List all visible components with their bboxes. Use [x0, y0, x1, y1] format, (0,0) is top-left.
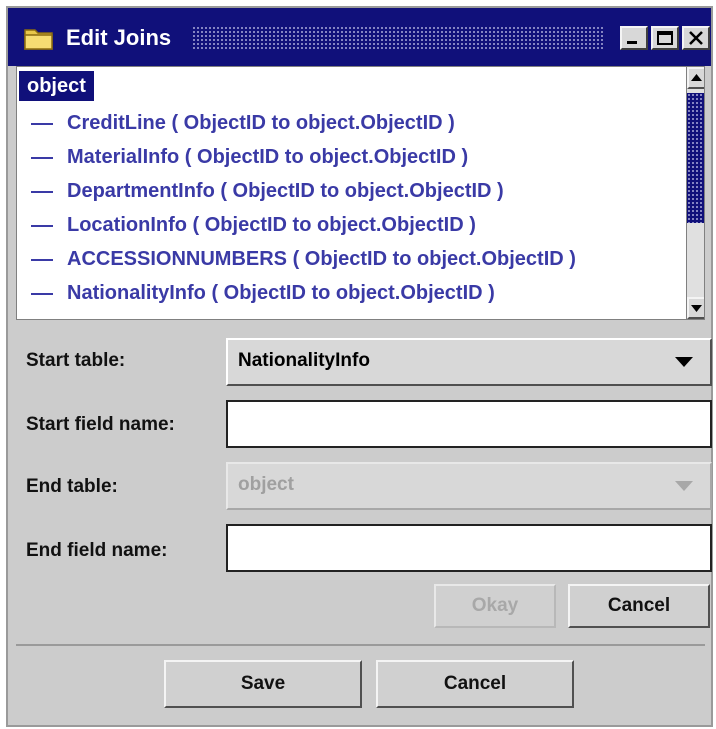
scroll-down-button[interactable] — [687, 297, 704, 319]
tree-item-label: DepartmentInfo ( ObjectID to object.Obje… — [67, 180, 504, 202]
tree-item[interactable]: CreditLine ( ObjectID to object.ObjectID… — [31, 107, 455, 139]
start-table-dropdown[interactable]: NationalityInfo — [226, 338, 712, 386]
end-table-label: End table: — [26, 476, 118, 497]
end-field-label: End field name: — [26, 540, 168, 561]
save-button[interactable]: Save — [164, 660, 362, 708]
minimize-icon — [627, 41, 637, 44]
arrow-down-icon — [691, 305, 702, 312]
tree-item[interactable]: MaterialInfo ( ObjectID to object.Object… — [31, 141, 468, 173]
scroll-thumb[interactable] — [687, 93, 704, 223]
minimize-button[interactable] — [620, 26, 648, 50]
tree-connector — [31, 190, 53, 193]
tree-item-label: MaterialInfo ( ObjectID to object.Object… — [67, 146, 469, 168]
tree-root-object[interactable]: object — [19, 71, 94, 101]
start-field-input[interactable] — [226, 400, 712, 448]
tree-connector — [31, 292, 53, 295]
end-field-input[interactable] — [226, 524, 712, 572]
tree-item[interactable]: ACCESSIONNUMBERS ( ObjectID to object.Ob… — [31, 243, 576, 275]
scroll-up-button[interactable] — [687, 67, 704, 89]
tree-item-label: NationalityInfo ( ObjectID to object.Obj… — [67, 282, 495, 304]
chevron-down-icon — [675, 481, 693, 491]
tree-item-label: CreditLine ( ObjectID to object.ObjectID… — [67, 112, 455, 134]
tree-item-label: LocationInfo ( ObjectID to object.Object… — [67, 214, 476, 236]
tree-item[interactable]: DepartmentInfo ( ObjectID to object.Obje… — [31, 175, 504, 207]
joins-tree[interactable]: object CreditLine ( ObjectID to object.O… — [16, 66, 705, 320]
title-bar[interactable]: Edit Joins — [8, 8, 711, 66]
start-field-label: Start field name: — [26, 414, 175, 435]
maximize-icon — [657, 31, 673, 45]
tree-item[interactable]: NationalityInfo ( ObjectID to object.Obj… — [31, 277, 495, 309]
okay-button[interactable]: Okay — [434, 584, 556, 628]
title-bar-pattern — [192, 26, 604, 50]
tree-connector — [31, 122, 53, 125]
folder-icon — [24, 26, 54, 50]
close-icon — [689, 31, 703, 45]
start-table-value: NationalityInfo — [238, 350, 370, 371]
edit-joins-window: Edit Joins object CreditLine ( ObjectID … — [6, 6, 713, 727]
end-table-dropdown: object — [226, 462, 712, 510]
join-form: Start table: NationalityInfo Start field… — [16, 326, 712, 646]
maximize-button[interactable] — [651, 26, 679, 50]
tree-item-label: ACCESSIONNUMBERS ( ObjectID to object.Ob… — [67, 248, 576, 270]
tree-connector — [31, 156, 53, 159]
chevron-down-icon — [675, 357, 693, 367]
footer-cancel-button[interactable]: Cancel — [376, 660, 574, 708]
tree-item[interactable]: LocationInfo ( ObjectID to object.Object… — [31, 209, 476, 241]
end-table-value: object — [238, 474, 294, 495]
start-table-label: Start table: — [26, 350, 126, 371]
tree-scrollbar[interactable] — [686, 67, 704, 319]
form-cancel-button[interactable]: Cancel — [568, 584, 710, 628]
close-button[interactable] — [682, 26, 710, 50]
arrow-up-icon — [691, 74, 702, 81]
tree-connector — [31, 224, 53, 227]
window-title: Edit Joins — [66, 25, 172, 50]
tree-connector — [31, 258, 53, 261]
